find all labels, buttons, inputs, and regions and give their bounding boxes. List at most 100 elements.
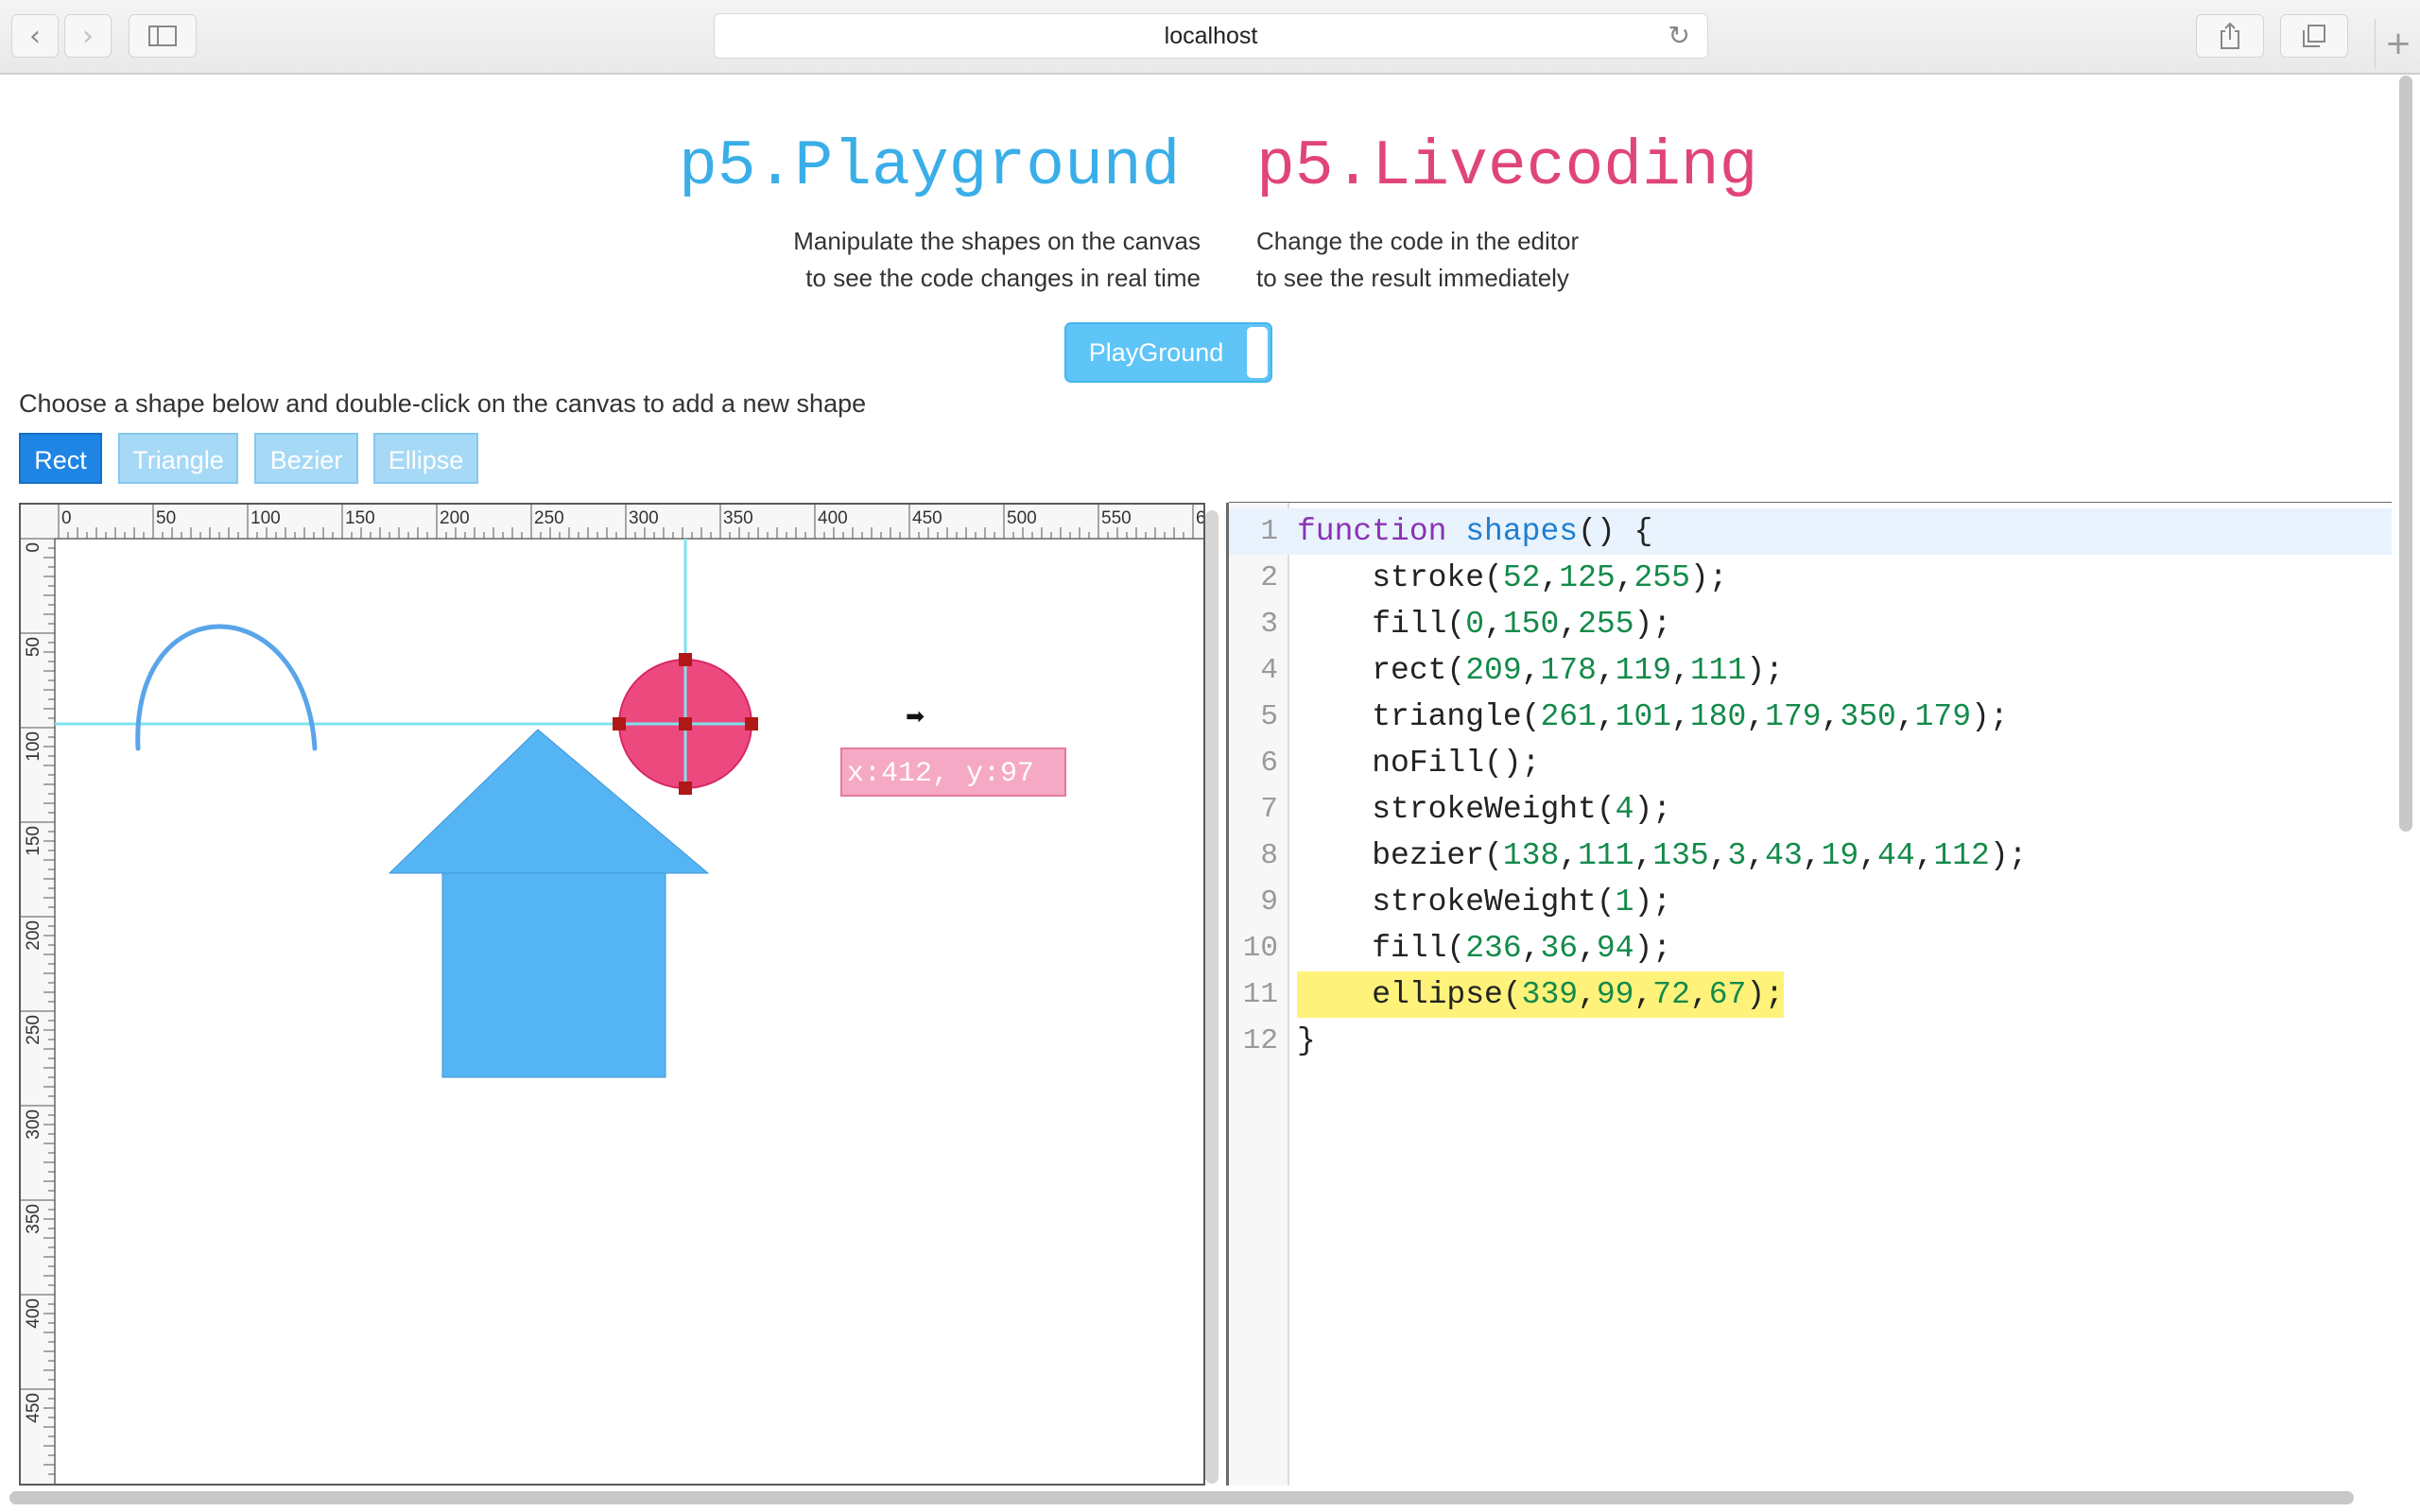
drawing-canvas[interactable]: 0 50 100 150 200 250 300 350 400 450 500 550 600 0 50… — [19, 503, 1205, 1486]
code-token: triangle( — [1297, 699, 1541, 734]
page-vertical-scrollbar[interactable] — [2399, 76, 2412, 832]
code-text[interactable]: ellipse(339,99,72,67); — [1297, 971, 1784, 1018]
code-line[interactable]: 7 strokeWeight(4); — [1229, 786, 2392, 833]
ruler-y-label: 400 — [24, 1298, 43, 1329]
livecoding-desc-line-1: Change the code in the editor — [1256, 227, 1580, 255]
code-line[interactable]: 3 fill(0,150,255); — [1229, 601, 2392, 647]
code-token: noFill(); — [1297, 746, 1541, 781]
code-token: ); — [1989, 838, 2028, 873]
line-number: 9 — [1260, 885, 1278, 919]
code-text[interactable]: fill(0,150,255); — [1297, 601, 1671, 647]
ellipse-handle-top[interactable] — [679, 653, 692, 666]
tabs-button[interactable] — [2280, 14, 2348, 58]
chevron-right-icon: › — [82, 19, 94, 53]
bezier-shape[interactable] — [135, 624, 318, 751]
code-token: 72 — [1652, 977, 1690, 1012]
code-token: 44 — [1877, 838, 1915, 873]
url-bar[interactable]: localhost ↻ — [714, 13, 1708, 59]
forward-button[interactable]: › — [64, 14, 112, 58]
canvas-scrollbar[interactable] — [1205, 510, 1219, 1484]
code-text[interactable]: strokeWeight(1); — [1297, 879, 1671, 925]
new-tab-button[interactable]: + — [2375, 19, 2420, 68]
ruler-x-label: 150 — [345, 508, 375, 528]
code-token: 4 — [1615, 792, 1634, 827]
plus-icon: + — [2384, 25, 2412, 62]
page-horizontal-scrollbar[interactable] — [9, 1491, 2354, 1504]
code-line[interactable]: 10 fill(236,36,94); — [1229, 925, 2392, 971]
code-token: 99 — [1596, 977, 1634, 1012]
ruler-x-label: 450 — [912, 508, 942, 528]
code-token: , — [1634, 977, 1653, 1012]
playground-desc-line-2: to see the code changes in real time — [805, 264, 1201, 292]
code-text[interactable]: strokeWeight(4); — [1297, 786, 1671, 833]
code-token: ); — [1634, 931, 1672, 966]
code-line[interactable]: 12} — [1229, 1018, 2392, 1064]
code-token: ); — [1746, 977, 1784, 1012]
code-text[interactable]: bezier(138,111,135,3,43,19,44,112); — [1297, 833, 2027, 879]
ellipse-handle-left[interactable] — [613, 717, 626, 730]
code-token: 261 — [1540, 699, 1597, 734]
code-text[interactable]: function shapes() { — [1297, 508, 1652, 555]
livecoding-description: Change the code in the editor to see the… — [1256, 223, 1579, 297]
rect-shape[interactable] — [441, 872, 666, 1078]
line-number: 8 — [1260, 839, 1278, 872]
code-line[interactable]: 4 rect(209,178,119,111); — [1229, 647, 2392, 694]
code-token: 339 — [1521, 977, 1579, 1012]
ruler-y-label: 200 — [24, 920, 43, 951]
playground-title: p5.Playground — [679, 130, 1181, 203]
rect-button[interactable]: Rect — [19, 433, 102, 484]
code-line[interactable]: 11 ellipse(339,99,72,67); — [1229, 971, 2392, 1018]
code-token: } — [1297, 1023, 1316, 1058]
code-text[interactable]: noFill(); — [1297, 740, 1540, 786]
code-line[interactable]: 8 bezier(138,111,135,3,43,19,44,112); — [1229, 833, 2392, 879]
ruler-x-label: 0 — [61, 508, 72, 528]
ellipse-handle-center[interactable] — [679, 717, 692, 730]
canvas-svg[interactable]: 0 50 100 150 200 250 300 350 400 450 500 550 600 0 50… — [21, 505, 1203, 1484]
back-button[interactable]: ‹ — [11, 14, 59, 58]
mode-toggle[interactable]: PlayGround — [1064, 322, 1272, 383]
playground-desc-line-1: Manipulate the shapes on the canvas — [793, 227, 1201, 255]
ruler-x-label: 50 — [156, 508, 176, 528]
code-token: 236 — [1465, 931, 1522, 966]
line-number: 11 — [1242, 978, 1278, 1011]
code-line[interactable]: 5 triangle(261,101,180,179,350,179); — [1229, 694, 2392, 740]
code-token: fill( — [1297, 607, 1466, 642]
code-text[interactable]: rect(209,178,119,111); — [1297, 647, 1784, 694]
code-line[interactable]: 2 stroke(52,125,255); — [1229, 555, 2392, 601]
code-token: 67 — [1708, 977, 1747, 1012]
code-token: , — [1559, 607, 1579, 642]
bezier-button[interactable]: Bezier — [254, 433, 358, 484]
code-token: , — [1484, 607, 1503, 642]
code-token: 209 — [1465, 653, 1522, 688]
code-text[interactable]: fill(236,36,94); — [1297, 925, 1671, 971]
code-line[interactable]: 6 noFill(); — [1229, 740, 2392, 786]
triangle-button[interactable]: Triangle — [118, 433, 238, 484]
code-text[interactable]: stroke(52,125,255); — [1297, 555, 1727, 601]
ruler-y-label: 250 — [24, 1015, 43, 1045]
chevron-left-icon: ‹ — [29, 19, 41, 53]
sidebar-button[interactable] — [129, 14, 197, 58]
code-token: ); — [1634, 607, 1672, 642]
code-editor[interactable]: 1 function shapes() {2 stroke(52,125,255)… — [1229, 503, 2392, 1486]
code-token: , — [1858, 838, 1878, 873]
code-token: ellipse( — [1297, 977, 1522, 1012]
code-token: function — [1297, 514, 1447, 549]
code-token: , — [1671, 653, 1690, 688]
mode-toggle-knob[interactable] — [1247, 327, 1268, 378]
code-text[interactable]: triangle(261,101,180,179,350,179); — [1297, 694, 2008, 740]
code-token: 111 — [1578, 838, 1634, 873]
move-cursor-icon: ➡ — [906, 703, 925, 730]
tabs-icon — [2303, 25, 2325, 47]
code-line[interactable]: 9 strokeWeight(1); — [1229, 879, 2392, 925]
reload-icon[interactable]: ↻ — [1668, 20, 1690, 51]
code-line[interactable]: 1 function shapes() { — [1229, 508, 2392, 555]
line-number: 4 — [1260, 654, 1278, 687]
code-text[interactable]: } — [1297, 1018, 1316, 1064]
mode-toggle-label: PlayGround — [1088, 338, 1224, 367]
ellipse-handle-right[interactable] — [745, 717, 758, 730]
ellipse-button[interactable]: Ellipse — [373, 433, 478, 484]
code-token: , — [1802, 838, 1822, 873]
share-button[interactable] — [2196, 14, 2264, 58]
ellipse-handle-bottom[interactable] — [679, 782, 692, 795]
